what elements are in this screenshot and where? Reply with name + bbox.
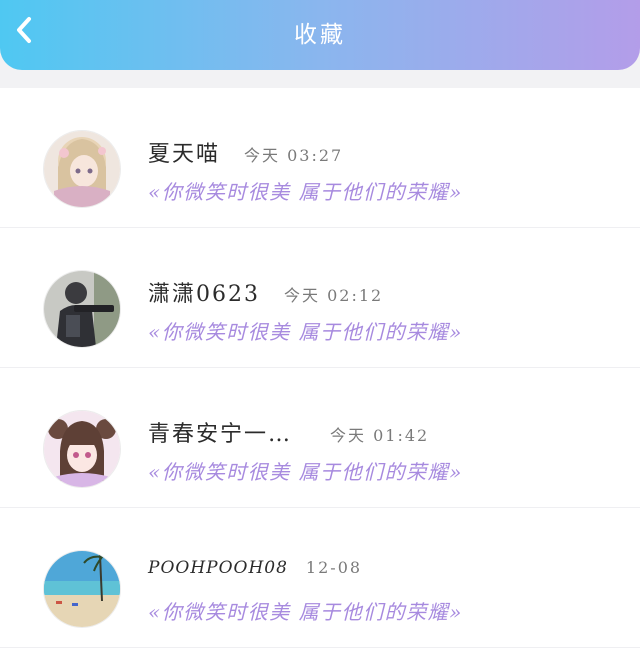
chevron-left-icon: [17, 17, 31, 43]
avatar[interactable]: [44, 551, 120, 627]
beach-avatar: [44, 551, 120, 627]
back-button[interactable]: [8, 14, 40, 46]
username: 潇潇0623: [148, 282, 260, 307]
favorite-quote[interactable]: «你微笑时很美 属于他们的荣耀»: [148, 456, 463, 485]
favorite-quote[interactable]: «你微笑时很美 属于他们的荣耀»: [148, 596, 463, 625]
header-bar: 收藏: [0, 0, 640, 70]
favorite-quote[interactable]: «你微笑时很美 属于他们的荣耀»: [148, 176, 463, 205]
timestamp: 12-08: [305, 558, 363, 577]
list-item[interactable]: 潇潇0623 今天 02:12 «你微笑时很美 属于他们的荣耀»: [0, 228, 640, 368]
timestamp: 今天 01:42: [330, 426, 430, 445]
list-item[interactable]: 夏天喵 今天 03:27 «你微笑时很美 属于他们的荣耀»: [0, 88, 640, 228]
anime-girl-blonde-avatar: [44, 131, 120, 207]
favorites-list: 夏天喵 今天 03:27 «你微笑时很美 属于他们的荣耀» 潇潇0623 今天 …: [0, 88, 640, 648]
list-item[interactable]: 青春安宁一… 今天 01:42 «你微笑时很美 属于他们的荣耀»: [0, 368, 640, 508]
favorite-quote[interactable]: «你微笑时很美 属于他们的荣耀»: [148, 316, 463, 345]
username: 夏天喵: [148, 142, 221, 167]
page-title: 收藏: [294, 22, 346, 48]
soldier-avatar: [44, 271, 120, 347]
avatar[interactable]: [44, 411, 120, 487]
avatar[interactable]: [44, 131, 120, 207]
anime-girl-brown-hair-avatar: [44, 411, 120, 487]
list-item[interactable]: POOHPOOH08 12-08 «你微笑时很美 属于他们的荣耀»: [0, 508, 640, 648]
username: 青春安宁一…: [148, 422, 293, 447]
avatar[interactable]: [44, 271, 120, 347]
timestamp: 今天 02:12: [284, 286, 384, 305]
username: POOHPOOH08: [148, 558, 288, 578]
timestamp: 今天 03:27: [244, 146, 344, 165]
